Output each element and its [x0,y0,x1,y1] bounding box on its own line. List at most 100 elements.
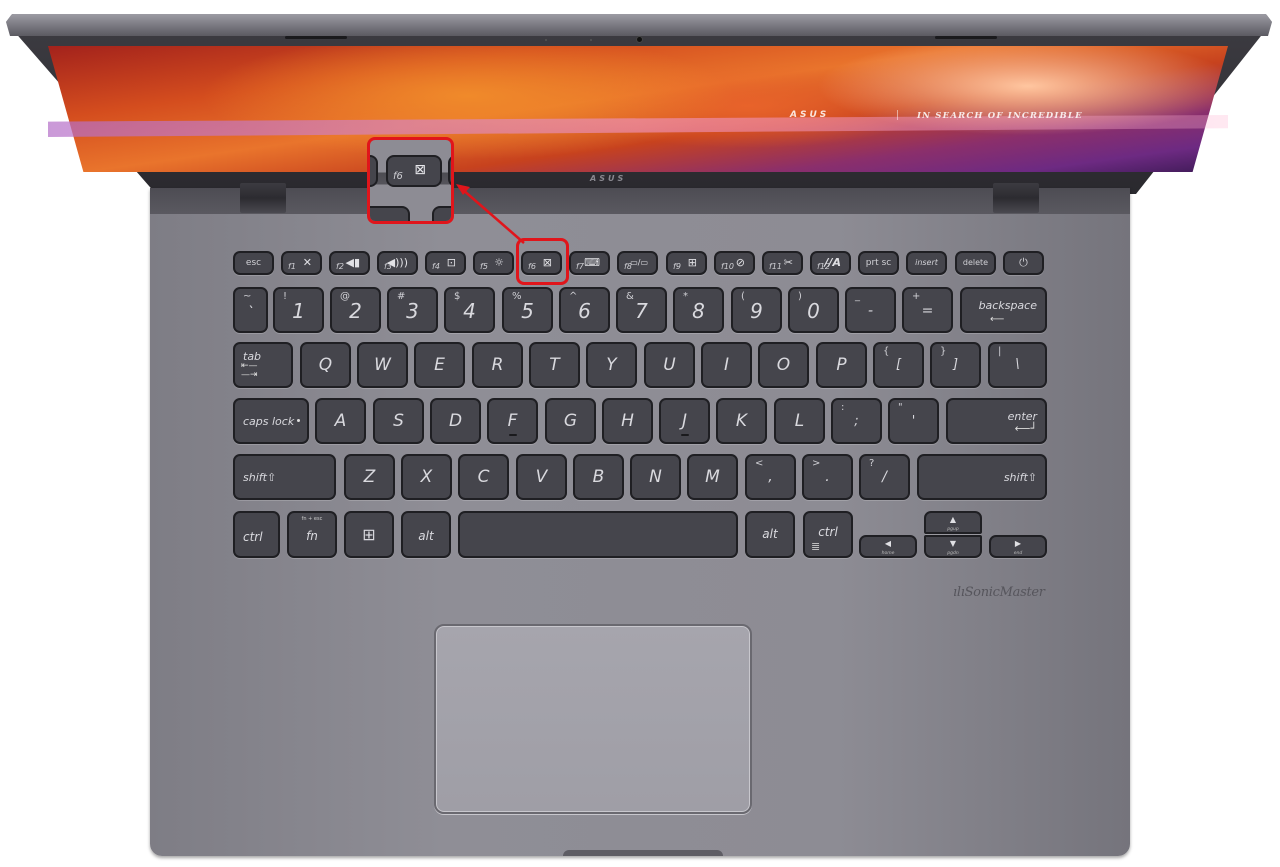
key-equals[interactable]: + = [902,287,953,333]
key-n[interactable]: N [630,454,681,500]
key-v[interactable]: V [516,454,567,500]
key-minus[interactable]: _ - [845,287,896,333]
key-shift-left[interactable]: shift⇧ [233,454,336,500]
touchpad[interactable] [434,624,752,814]
key-y[interactable]: Y [586,342,637,388]
key-tab[interactable]: tab ⇤— —⇥ [233,342,293,388]
brightness-up-icon: ☼ [494,256,504,269]
key-s[interactable]: S [373,398,424,444]
key-1[interactable]: ! 1 [273,287,324,333]
key-label: insert [915,258,938,267]
key-ctrl-left[interactable]: ctrl [233,511,280,558]
key-f9[interactable]: f9 ⊞ [666,251,707,275]
sound-wave-icon: ılı [953,585,965,600]
key-i[interactable]: I [701,342,752,388]
key-f8[interactable]: f8 ▭/▭ [617,251,658,275]
neighbor-key-fragment [370,206,410,221]
key-alt-left[interactable]: alt [401,511,451,558]
key-label: , [768,469,773,485]
neighbor-key-fragment [448,155,451,187]
key-label: L [794,411,805,431]
key-f[interactable]: F [487,398,538,444]
key-z[interactable]: Z [344,454,395,500]
key-5[interactable]: % 5 [502,287,553,333]
key-period[interactable]: >. [802,454,853,500]
key-arrow-right[interactable]: ▶ end [989,535,1047,558]
key-9[interactable]: (9 [731,287,782,333]
key-f10[interactable]: f10 ⊘ [714,251,755,275]
key-f5[interactable]: f5 ☼ [473,251,514,275]
key-p[interactable]: P [816,342,867,388]
key-u[interactable]: U [644,342,695,388]
key-l[interactable]: L [774,398,825,444]
key-prtsc[interactable]: prt sc [858,251,899,275]
key-ctrl-right[interactable]: ctrl ≣ [803,511,853,558]
key-shift-right[interactable]: shift⇧ [917,454,1047,500]
key-f3[interactable]: f3 ◀))) [377,251,418,275]
key-f7[interactable]: f7 ⌨ [569,251,610,275]
key-insert[interactable]: insert [906,251,947,275]
key-7[interactable]: & 7 [616,287,667,333]
key-3[interactable]: #3 [387,287,438,333]
key-2[interactable]: @2 [330,287,381,333]
key-semicolon[interactable]: :; [831,398,882,444]
key-0[interactable]: ) 0 [788,287,839,333]
key-left-bracket[interactable]: {[ [873,342,924,388]
key-label: ctrl [818,525,838,539]
key-label: O [776,355,791,375]
key-backtick[interactable]: ~ ` [233,287,268,333]
key-b[interactable]: B [573,454,624,500]
key-power[interactable]: ⏻ [1003,251,1044,275]
key-f11[interactable]: f11 ✂ [762,251,803,275]
key-windows[interactable]: ⊞ [344,511,394,558]
key-label: R [491,355,504,375]
fn-lock-hint: fn + esc [301,516,323,522]
key-o[interactable]: O [758,342,809,388]
key-f12[interactable]: f12//A [810,251,851,275]
touchpad-toggle-icon: ⊠ [414,162,426,178]
key-label: home [881,551,895,556]
key-right-bracket[interactable]: }] [930,342,981,388]
key-f1[interactable]: f1 ✕ [281,251,322,275]
key-g[interactable]: G [545,398,596,444]
key-e[interactable]: E [414,342,465,388]
key-k[interactable]: K [716,398,767,444]
key-j[interactable]: J [659,398,710,444]
key-esc[interactable]: esc [233,251,274,275]
key-label: B [592,467,605,487]
key-slash[interactable]: ? / [859,454,910,500]
hinge-left [240,183,286,213]
key-fn[interactable]: fn + esc fn [287,511,337,558]
key-a[interactable]: A [315,398,366,444]
key-arrow-left[interactable]: ◀ home [859,535,917,558]
key-caps-lock[interactable]: caps lock [233,398,309,444]
key-arrow-down[interactable]: ▼ pgdn [924,535,982,558]
key-comma[interactable]: <, [745,454,796,500]
key-alt-right[interactable]: alt [745,511,795,558]
key-m[interactable]: M [687,454,738,500]
key-x[interactable]: X [401,454,452,500]
key-arrow-up[interactable]: ▲ pgup [924,511,982,534]
key-backslash[interactable]: | \ [988,342,1047,388]
key-8[interactable]: * 8 [673,287,724,333]
key-t[interactable]: T [529,342,580,388]
key-d[interactable]: D [430,398,481,444]
key-w[interactable]: W [357,342,408,388]
key-shift-label: ~ [243,291,252,302]
key-h[interactable]: H [602,398,653,444]
key-4[interactable]: $4 [444,287,495,333]
key-q[interactable]: Q [300,342,351,388]
mic-slot-left [285,36,347,39]
key-r[interactable]: R [472,342,523,388]
key-6[interactable]: ^ 6 [559,287,610,333]
key-backspace[interactable]: backspace ⟵ [960,287,1047,333]
key-quote[interactable]: " ' [888,398,939,444]
key-label: I [723,355,729,375]
key-c[interactable]: C [458,454,509,500]
key-f4[interactable]: f4 ⊡ [425,251,466,275]
key-delete[interactable]: delete [955,251,996,275]
key-spacebar[interactable] [458,511,738,558]
key-enter[interactable]: enter ⟵┘ [946,398,1047,444]
sonicmaster-logo: ılıSonicMaster [953,585,1045,600]
key-f2[interactable]: f2 ◀▮ [329,251,370,275]
